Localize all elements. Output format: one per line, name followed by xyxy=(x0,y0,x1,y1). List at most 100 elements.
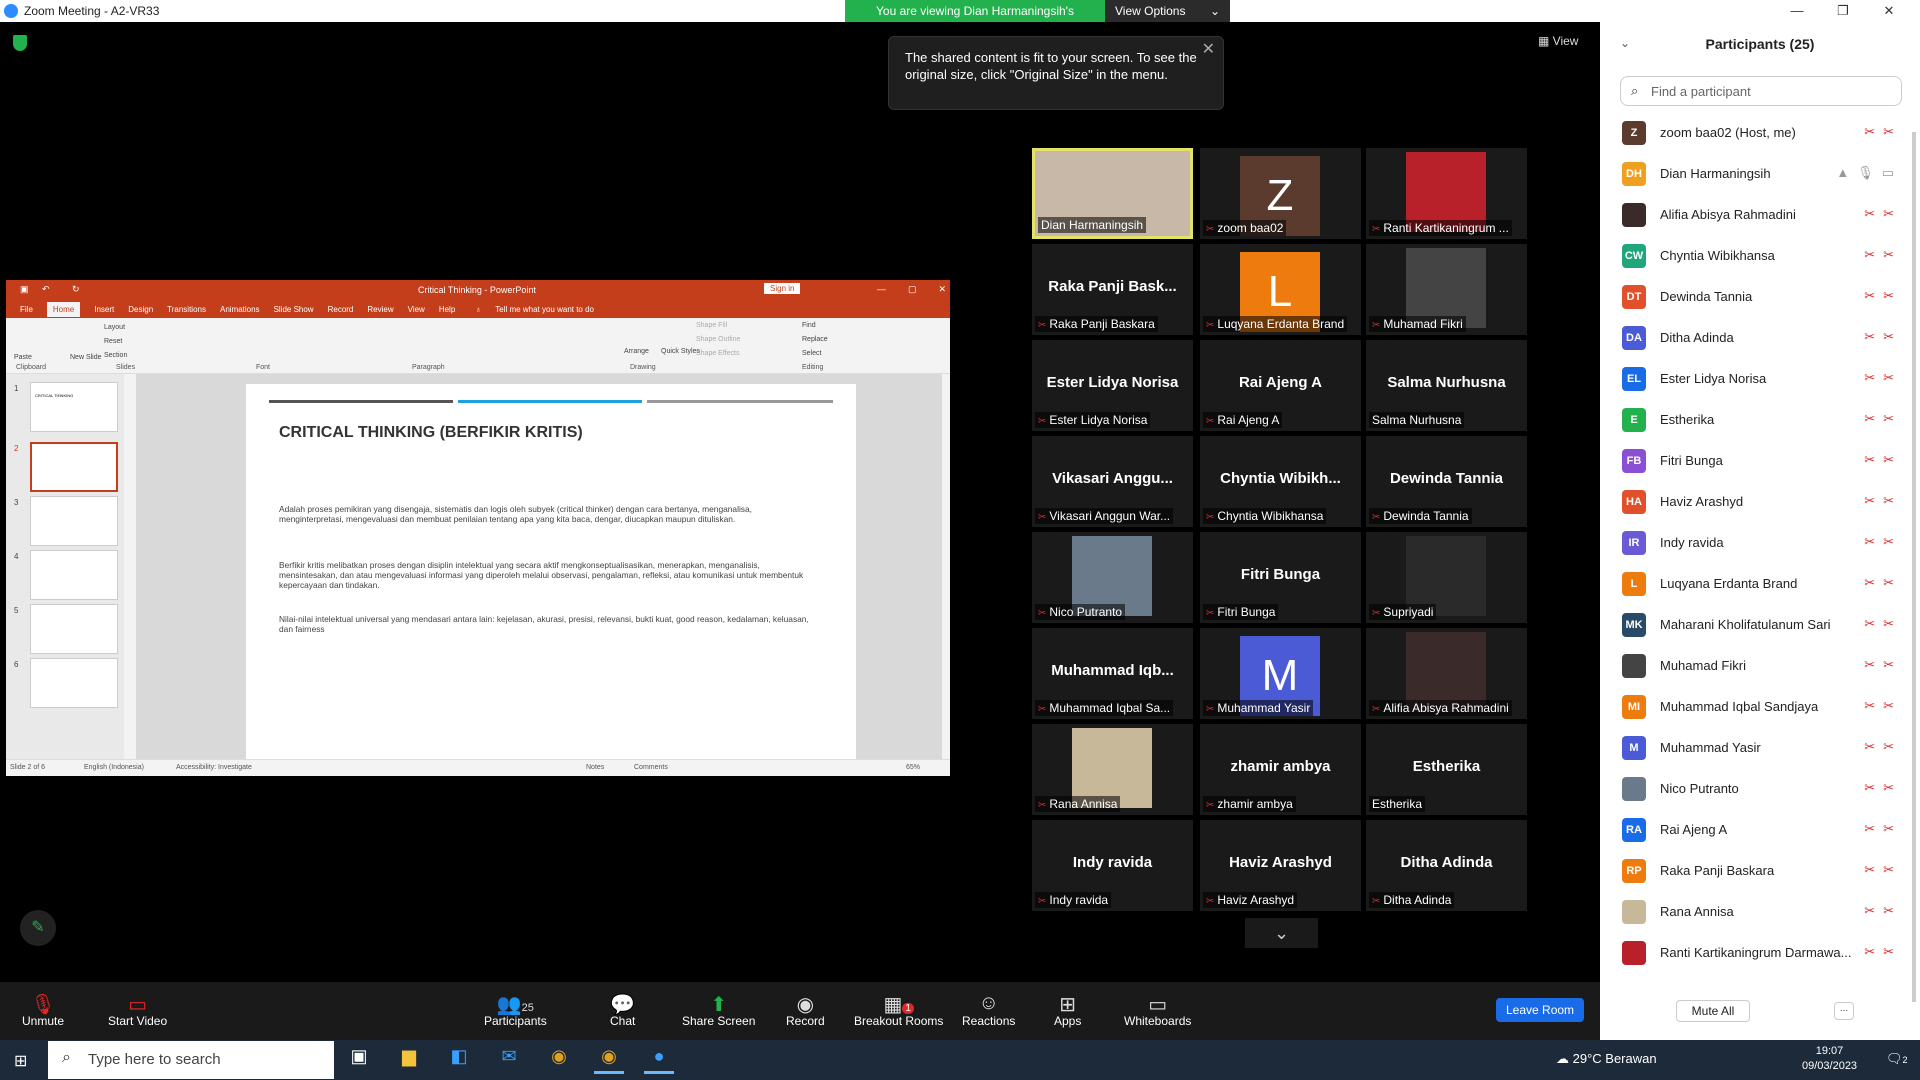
participant-row[interactable]: MI Muhammad Iqbal Sandjaya ✂✂ xyxy=(1622,686,1902,727)
participant-row[interactable]: Muhamad Fikri ✂✂ xyxy=(1622,645,1902,686)
video-tile[interactable]: ✂ Ranti Kartikaningrum ... xyxy=(1366,148,1527,239)
video-tile[interactable]: zhamir ambya ✂ zhamir ambya xyxy=(1200,724,1361,815)
video-tile[interactable]: Raka Panji Bask... ✂ Raka Panji Baskara xyxy=(1032,244,1193,335)
mic-muted-icon: ✂ xyxy=(1206,416,1215,427)
participant-row[interactable]: EL Ester Lidya Norisa ✂✂ xyxy=(1622,358,1902,399)
participant-row[interactable]: RA Rai Ajeng A ✂✂ xyxy=(1622,809,1902,850)
leave-room-button[interactable]: Leave Room xyxy=(1496,998,1585,1022)
video-tile[interactable]: Estherika Estherika xyxy=(1366,724,1527,815)
ppt-tab: Transitions xyxy=(167,304,206,314)
video-tile[interactable]: Muhammad Iqb... ✂ Muhammad Iqbal Sa... xyxy=(1032,628,1193,719)
participants-button[interactable]: 👥25 Participants xyxy=(484,992,547,1028)
apps-button[interactable]: ⊞ Apps xyxy=(1054,992,1081,1028)
participant-row[interactable]: DA Ditha Adinda ✂✂ xyxy=(1622,317,1902,358)
view-button[interactable]: ▦ View xyxy=(1538,34,1578,48)
participant-row[interactable]: DT Dewinda Tannia ✂✂ xyxy=(1622,276,1902,317)
participant-row[interactable]: HA Haviz Arashyd ✂✂ xyxy=(1622,481,1902,522)
video-tile[interactable]: Chyntia Wibikh... ✂ Chyntia Wibikhansa xyxy=(1200,436,1361,527)
tile-name-label: ✂ Rana Annisa xyxy=(1035,796,1121,812)
notification-icon[interactable]: 🗨2 xyxy=(1886,1051,1908,1067)
participant-row[interactable]: FB Fitri Bunga ✂✂ xyxy=(1622,440,1902,481)
muted-status-icons: ✂✂ xyxy=(1864,862,1902,877)
video-tile[interactable]: Fitri Bunga ✂ Fitri Bunga xyxy=(1200,532,1361,623)
avatar: DT xyxy=(1622,284,1646,309)
video-tile[interactable]: Z ✂ zoom baa02 xyxy=(1200,148,1361,239)
participant-row[interactable]: L Luqyana Erdanta Brand ✂✂ xyxy=(1622,563,1902,604)
start-video-button[interactable]: ▭ Start Video xyxy=(108,992,167,1028)
participant-row[interactable]: Zzoom baa02 (Host, me) ✂✂ xyxy=(1622,112,1902,153)
close-icon[interactable]: ✕ xyxy=(1202,41,1215,58)
windows-start-icon[interactable]: ⊞ xyxy=(14,1051,27,1071)
zoom-app-icon[interactable]: ● xyxy=(644,1046,674,1074)
chrome-icon[interactable]: ◉ xyxy=(544,1046,574,1074)
participant-row[interactable]: CW Chyntia Wibikhansa ✂✂ xyxy=(1622,235,1902,276)
video-tile[interactable]: Haviz Arashyd ✂ Haviz Arashyd xyxy=(1200,820,1361,911)
slide-paragraph: Adalah proses pemikiran yang disengaja, … xyxy=(279,504,752,524)
close-button[interactable]: ✕ xyxy=(1866,0,1912,22)
whiteboards-button[interactable]: ▭ Whiteboards xyxy=(1124,992,1191,1028)
video-tile[interactable]: ✂ Supriyadi xyxy=(1366,532,1527,623)
video-tile[interactable]: L ✂ Luqyana Erdanta Brand xyxy=(1200,244,1361,335)
participant-row[interactable]: Alifia Abisya Rahmadini ✂✂ xyxy=(1622,194,1902,235)
reactions-button[interactable]: ☺ Reactions xyxy=(962,992,1015,1028)
video-tile[interactable]: Rai Ajeng A ✂ Rai Ajeng A xyxy=(1200,340,1361,431)
participant-search-input[interactable]: ⌕ Find a participant xyxy=(1620,76,1902,106)
video-tile[interactable]: Ditha Adinda ✂ Ditha Adinda xyxy=(1366,820,1527,911)
arrange-label: Arrange xyxy=(624,348,649,355)
muted-status-icons: ✂✂ xyxy=(1864,698,1902,713)
tile-name-label: ✂ Indy ravida xyxy=(1035,892,1112,908)
unmute-button[interactable]: 🎙 Unmute xyxy=(22,992,64,1028)
chevron-down-icon[interactable]: ⌄ xyxy=(1245,918,1318,948)
participant-row[interactable]: IR Indy ravida ✂✂ xyxy=(1622,522,1902,563)
panel-scrollbar[interactable] xyxy=(1912,132,1916,1002)
muted-status-icons: ✂✂ xyxy=(1864,493,1902,508)
shield-icon[interactable] xyxy=(13,35,27,51)
participant-row[interactable]: RP Raka Panji Baskara ✂✂ xyxy=(1622,850,1902,891)
chrome-icon[interactable]: ◉ xyxy=(594,1046,624,1074)
chat-button[interactable]: 💬 Chat xyxy=(610,992,635,1028)
participant-row[interactable]: Ranti Kartikaningrum Darmawa... ✂✂ xyxy=(1622,932,1902,973)
muted-status-icons: ✂✂ xyxy=(1864,739,1902,754)
video-tile[interactable]: Dian Harmaningsih xyxy=(1032,148,1193,239)
taskbar-search-input[interactable]: ⌕ Type here to search xyxy=(48,1041,334,1079)
video-tile[interactable]: ✂ Muhamad Fikri xyxy=(1366,244,1527,335)
file-explorer-icon[interactable]: ▆ xyxy=(394,1046,424,1074)
video-tile[interactable]: ✂ Rana Annisa xyxy=(1032,724,1193,815)
video-tile[interactable]: Ester Lidya Norisa ✂ Ester Lidya Norisa xyxy=(1032,340,1193,431)
avatar: HA xyxy=(1622,489,1646,514)
video-off-icon: ▭ xyxy=(128,994,148,1016)
store-icon[interactable]: ◧ xyxy=(444,1046,474,1074)
clock[interactable]: 19:07 09/03/2023 xyxy=(1802,1044,1857,1074)
participant-row[interactable]: DH Dian Harmaningsih ▲🎙▭ xyxy=(1622,153,1902,194)
annotate-pencil-icon[interactable]: ✎ xyxy=(20,910,56,946)
video-tile[interactable]: Dewinda Tannia ✂ Dewinda Tannia xyxy=(1366,436,1527,527)
video-tile[interactable]: Salma Nurhusna Salma Nurhusna xyxy=(1366,340,1527,431)
video-tile[interactable]: Vikasari Anggu... ✂ Vikasari Anggun War... xyxy=(1032,436,1193,527)
mail-icon[interactable]: ✉ xyxy=(494,1046,524,1074)
participant-row[interactable]: Rana Annisa ✂✂ xyxy=(1622,891,1902,932)
slide-canvas: CRITICAL THINKING (BERFIKIR KRITIS) Adal… xyxy=(136,374,942,759)
share-screen-icon: ⬆ xyxy=(710,994,728,1016)
slide-thumbnail xyxy=(30,550,118,600)
group-slides: Slides xyxy=(116,364,136,371)
participant-row[interactable]: M Muhammad Yasir ✂✂ xyxy=(1622,727,1902,768)
record-button[interactable]: ◉ Record xyxy=(786,992,825,1028)
task-view-icon[interactable]: ▣ xyxy=(344,1046,374,1074)
maximize-button[interactable]: ❐ xyxy=(1820,0,1866,22)
breakout-rooms-button[interactable]: ▦ 1 Breakout Rooms xyxy=(854,992,943,1028)
mute-all-button[interactable]: Mute All xyxy=(1676,1000,1750,1022)
view-options-button[interactable]: View Options ⌄ xyxy=(1105,0,1230,22)
more-options-button[interactable]: ... xyxy=(1834,1002,1854,1020)
participant-row[interactable]: Nico Putranto ✂✂ xyxy=(1622,768,1902,809)
participant-name: Alifia Abisya Rahmadini xyxy=(1660,207,1796,222)
participant-row[interactable]: MK Maharani Kholifatulanum Sari ✂✂ xyxy=(1622,604,1902,645)
share-screen-button[interactable]: ⬆ Share Screen xyxy=(682,992,755,1028)
video-tile[interactable]: M ✂ Muhammad Yasir xyxy=(1200,628,1361,719)
video-tile[interactable]: Indy ravida ✂ Indy ravida xyxy=(1032,820,1193,911)
video-tile[interactable]: ✂ Alifia Abisya Rahmadini xyxy=(1366,628,1527,719)
viewing-text: You are viewing Dian Harmaningsih's scre… xyxy=(845,0,1105,40)
participant-row[interactable]: E Estherika ✂✂ xyxy=(1622,399,1902,440)
video-tile[interactable]: ✂ Nico Putranto xyxy=(1032,532,1193,623)
minimize-button[interactable]: — xyxy=(1774,0,1820,22)
slide-title: CRITICAL THINKING (BERFIKIR KRITIS) xyxy=(279,424,583,441)
